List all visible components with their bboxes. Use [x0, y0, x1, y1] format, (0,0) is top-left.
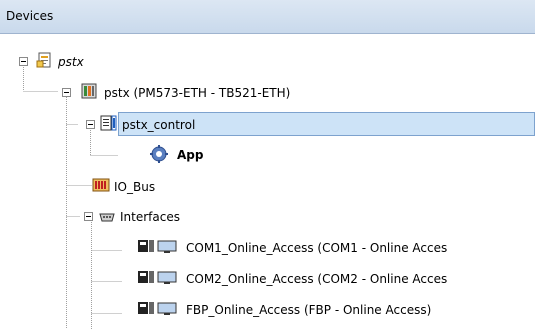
tree-item-com2[interactable]: COM2_Online_Access (COM2 - Online Acces	[0, 266, 535, 292]
collapse-toggle-icon[interactable]	[19, 57, 28, 66]
device-tree[interactable]: pstx pstx (PM573-ETH - TB521-ETH) pstx_c…	[0, 34, 535, 329]
collapse-toggle-icon[interactable]	[86, 120, 95, 129]
gear-icon	[150, 145, 168, 163]
tree-item-fbp[interactable]: FBP_Online_Access (FBP - Online Access)	[0, 297, 535, 323]
collapse-toggle-icon[interactable]	[62, 88, 71, 97]
plc-logic-icon	[100, 115, 117, 131]
tree-item-device[interactable]: pstx (PM573-ETH - TB521-ETH)	[0, 80, 535, 106]
devices-panel: Devices pstx pstx (PM573-ETH - TB521-ETH…	[0, 0, 535, 329]
io-bus-icon	[92, 178, 110, 192]
tree-item-label: COM2_Online_Access (COM2 - Online Acces	[186, 272, 448, 286]
collapse-toggle-icon[interactable]	[84, 212, 93, 221]
online-access-icon	[138, 271, 177, 284]
tree-item-control[interactable]: pstx_control	[0, 112, 535, 138]
tree-item-project[interactable]: pstx	[0, 49, 535, 75]
plc-device-icon	[81, 83, 97, 99]
online-access-icon	[138, 302, 177, 315]
interface-connector-icon	[99, 213, 115, 222]
tree-item-io-bus[interactable]: IO_Bus	[0, 174, 535, 200]
tree-item-label: Interfaces	[120, 210, 180, 224]
tree-item-label: FBP_Online_Access (FBP - Online Access)	[186, 303, 432, 317]
tree-item-label: pstx (PM573-ETH - TB521-ETH)	[104, 86, 291, 100]
tree-item-app[interactable]: App	[0, 142, 535, 168]
online-access-icon	[138, 240, 177, 253]
tree-item-label: App	[177, 148, 204, 162]
tree-item-com1[interactable]: COM1_Online_Access (COM1 - Online Acces	[0, 235, 535, 261]
tree-item-label: pstx_control	[122, 118, 196, 132]
tree-item-label: COM1_Online_Access (COM1 - Online Acces	[186, 241, 448, 255]
tree-item-interfaces[interactable]: Interfaces	[0, 204, 535, 230]
tree-item-label: IO_Bus	[114, 180, 156, 194]
panel-title: Devices	[6, 9, 54, 23]
tree-item-label: pstx	[58, 55, 84, 69]
devices-panel-header: Devices	[0, 0, 535, 34]
project-file-icon	[36, 52, 51, 68]
